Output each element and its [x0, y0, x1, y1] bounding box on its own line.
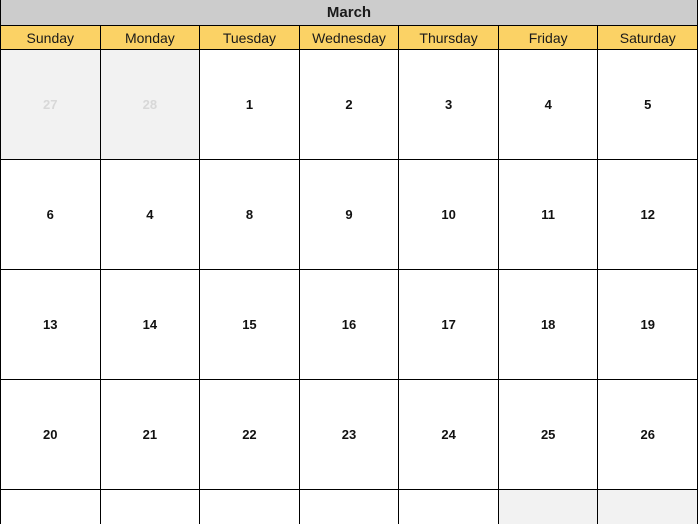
- day-cell[interactable]: 1: [200, 50, 300, 159]
- day-cell[interactable]: [299, 490, 400, 524]
- day-number: 1: [245, 97, 254, 112]
- day-cell[interactable]: 13: [1, 270, 101, 379]
- calendar-week-row: 13 14 15 16 17 18 19: [1, 270, 697, 380]
- day-cell[interactable]: [100, 490, 201, 524]
- day-cell[interactable]: [399, 490, 499, 524]
- day-number: 5: [644, 97, 652, 112]
- day-cell[interactable]: 9: [299, 160, 400, 269]
- day-cell[interactable]: 22: [200, 380, 300, 489]
- day-cell[interactable]: [1, 490, 101, 524]
- day-number: 4: [146, 207, 154, 222]
- day-cell[interactable]: [598, 490, 697, 524]
- day-cell[interactable]: 17: [399, 270, 499, 379]
- day-number: 25: [540, 427, 556, 442]
- day-number: 14: [142, 317, 158, 332]
- day-cell[interactable]: 14: [100, 270, 201, 379]
- day-number: 8: [245, 207, 254, 222]
- day-cell[interactable]: 6: [1, 160, 101, 269]
- day-number: 13: [43, 317, 58, 332]
- day-number: 16: [341, 317, 357, 332]
- day-cell[interactable]: 27: [1, 50, 101, 159]
- day-header-wednesday: Wednesday: [299, 26, 400, 49]
- day-cell[interactable]: 11: [498, 160, 599, 269]
- calendar-week-row: 20 21 22 23 24 25 26: [1, 380, 697, 490]
- day-header-tuesday: Tuesday: [200, 26, 300, 49]
- day-number: 28: [142, 97, 158, 112]
- day-cell[interactable]: 23: [299, 380, 400, 489]
- day-cell[interactable]: 24: [399, 380, 499, 489]
- day-number: 11: [541, 207, 556, 222]
- day-cell[interactable]: 28: [100, 50, 201, 159]
- day-cell[interactable]: 21: [100, 380, 201, 489]
- day-number: 10: [441, 207, 456, 222]
- day-cell[interactable]: 12: [598, 160, 697, 269]
- calendar-weeks: 27 28 1 2 3 4 5 6 4 8 9 10 11 12 13 14 15 16 17 18 19 20 21 22 2…: [1, 50, 697, 524]
- day-cell[interactable]: 19: [598, 270, 697, 379]
- day-cell[interactable]: 18: [498, 270, 599, 379]
- calendar-week-row: 27 28 1 2 3 4 5: [1, 50, 697, 160]
- month-title: March: [326, 4, 372, 21]
- day-number: 15: [242, 317, 257, 332]
- day-number: 27: [43, 97, 58, 112]
- calendar-title-bar: March: [1, 0, 697, 26]
- day-cell[interactable]: 3: [399, 50, 499, 159]
- day-cell[interactable]: 4: [498, 50, 599, 159]
- day-cell[interactable]: [200, 490, 300, 524]
- day-header-friday: Friday: [498, 26, 599, 49]
- day-header-monday: Monday: [100, 26, 201, 49]
- day-cell[interactable]: [498, 490, 599, 524]
- calendar-week-row: 6 4 8 9 10 11 12: [1, 160, 697, 270]
- day-header-sunday: Sunday: [1, 26, 101, 49]
- day-number: 23: [341, 427, 357, 442]
- day-cell[interactable]: 16: [299, 270, 400, 379]
- day-cell[interactable]: 5: [598, 50, 697, 159]
- day-header-thursday: Thursday: [399, 26, 499, 49]
- day-number: 26: [640, 427, 655, 442]
- day-number: 18: [540, 317, 556, 332]
- day-cell[interactable]: 4: [100, 160, 201, 269]
- day-number: 20: [43, 427, 58, 442]
- day-cell[interactable]: 2: [299, 50, 400, 159]
- day-number: 17: [441, 317, 456, 332]
- day-number: 4: [544, 97, 552, 112]
- day-number: 3: [444, 97, 453, 112]
- day-number: 2: [345, 97, 353, 112]
- day-of-week-header-row: Sunday Monday Tuesday Wednesday Thursday Frid…: [1, 26, 697, 50]
- day-cell[interactable]: 25: [498, 380, 599, 489]
- day-header-saturday: Saturday: [598, 26, 697, 49]
- day-number: 19: [640, 317, 655, 332]
- day-cell[interactable]: 10: [399, 160, 499, 269]
- day-cell[interactable]: 15: [200, 270, 300, 379]
- day-number: 6: [46, 207, 54, 222]
- day-number: 24: [441, 427, 456, 442]
- day-number: 21: [142, 427, 158, 442]
- day-cell[interactable]: 26: [598, 380, 697, 489]
- day-number: 22: [242, 427, 257, 442]
- day-number: 12: [640, 207, 655, 222]
- day-number: 9: [345, 207, 353, 222]
- day-cell[interactable]: 8: [200, 160, 300, 269]
- month-calendar: March Sunday Monday Tuesday Wednesday Thursd…: [0, 0, 698, 524]
- day-cell[interactable]: 20: [1, 380, 101, 489]
- calendar-week-row: [1, 490, 697, 524]
